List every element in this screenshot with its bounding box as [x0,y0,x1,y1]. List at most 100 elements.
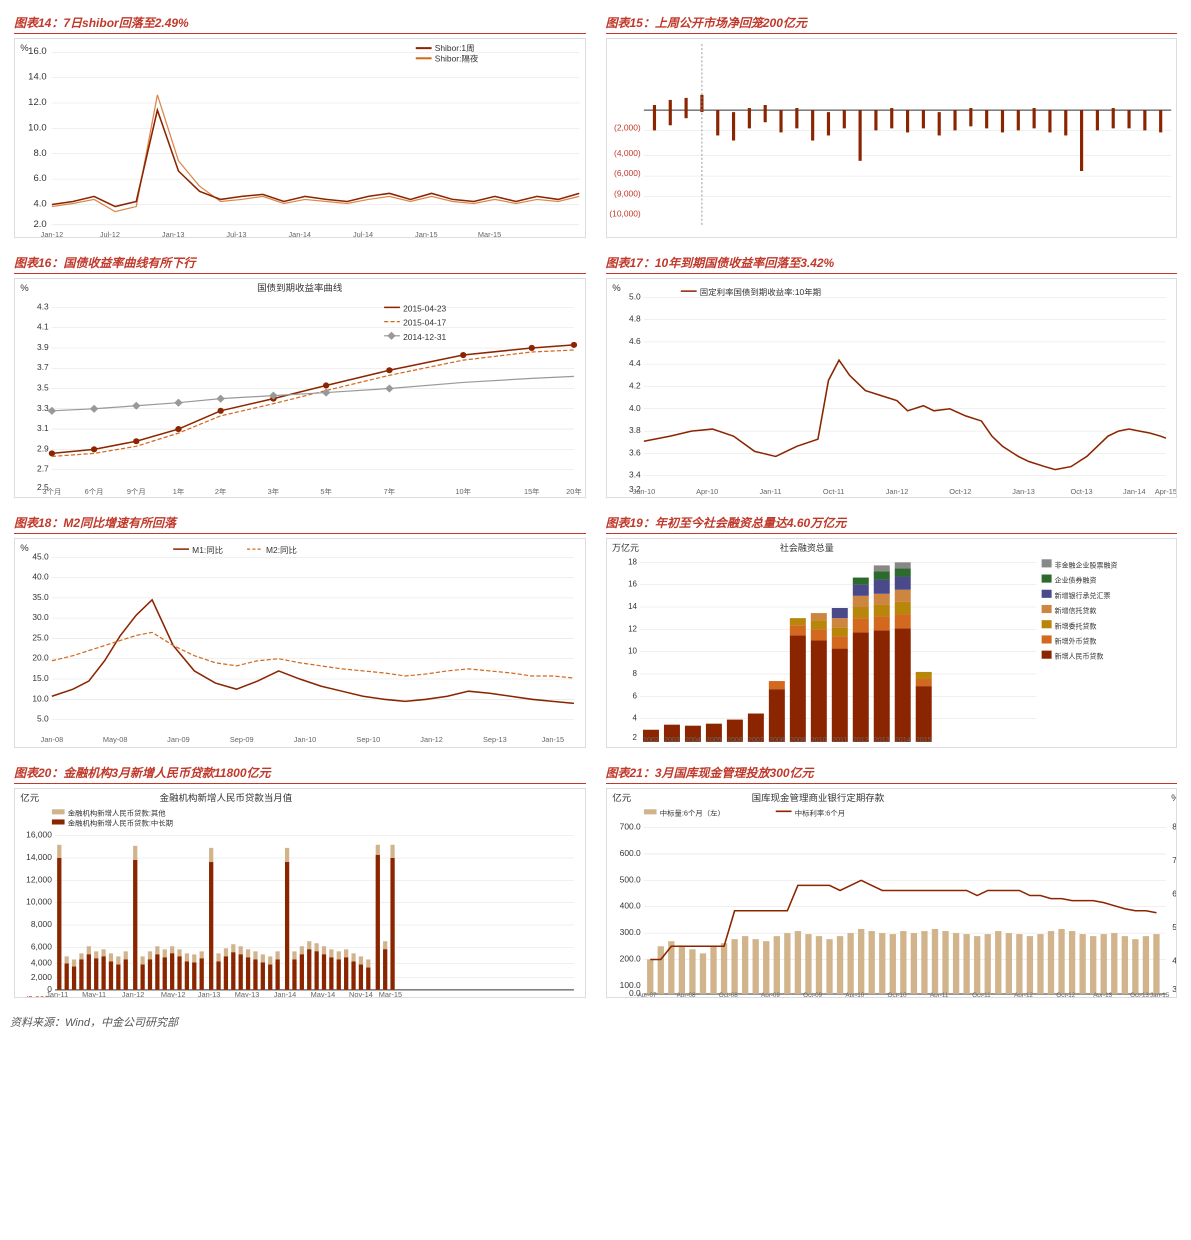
svg-text:2002: 2002 [643,737,659,744]
svg-text:%: % [20,283,28,293]
svg-text:700.0: 700.0 [619,823,640,832]
svg-text:40.0: 40.0 [32,573,49,582]
svg-text:10年: 10年 [455,487,471,496]
svg-text:%: % [20,43,28,53]
svg-text:Jan-11: Jan-11 [46,990,68,997]
svg-text:2005: 2005 [706,737,722,744]
svg-text:Jul-12: Jul-12 [100,230,120,237]
svg-text:2008: 2008 [769,737,785,744]
chart17-title: 图表17：10年到期国债收益率回落至3.42% [606,254,1178,274]
svg-text:社会融资总量: 社会融资总量 [779,542,833,553]
svg-text:Apr-12: Apr-12 [1014,992,1033,997]
chart14-block: 图表14：7日shibor回落至2.49% 16.0 14.0 12.0 10.… [10,10,590,242]
chart14-svg: 16.0 14.0 12.0 10.0 8.0 6.0 4.0 2.0 % [15,39,585,237]
svg-text:8.0: 8.0 [33,148,46,158]
svg-text:新增人民币贷款: 新增人民币贷款 [1054,652,1103,661]
svg-text:2.9: 2.9 [37,445,49,454]
svg-text:200.0: 200.0 [619,955,640,964]
chart17-area: % 固定利率国债到期收益率:10年期 5.0 4.8 4.6 4.4 4.2 4… [606,278,1178,498]
chart18-area: % M1:同比 M2:同比 45.0 40.0 35.0 30.0 25.0 2… [14,538,586,748]
svg-text:35.0: 35.0 [32,593,49,602]
svg-text:Jan-15: Jan-15 [542,735,565,744]
svg-text:8,000: 8,000 [31,920,52,929]
chart17-svg: % 固定利率国债到期收益率:10年期 5.0 4.8 4.6 4.4 4.2 4… [607,279,1177,497]
svg-text:Apr-13: Apr-13 [1093,992,1112,997]
chart16-area: % 国债到期收益率曲线 4.3 4.1 3.9 3.7 3.5 3.3 3.1 … [14,278,586,498]
svg-text:3.4: 3.4 [629,471,641,480]
chart16-title: 图表16：国债收益率曲线有所下行 [14,254,586,274]
svg-text:Oct-12: Oct-12 [949,487,971,496]
svg-text:10: 10 [628,647,637,656]
svg-text:M2:同比: M2:同比 [266,545,297,555]
svg-text:2.0: 2.0 [33,219,46,229]
svg-text:亿元: 亿元 [20,792,39,803]
svg-text:2014-12-31: 2014-12-31 [403,333,447,342]
chart19-area: 万亿元 社会融资总量 18 16 14 12 10 8 6 4 2 [606,538,1178,748]
svg-text:Apr-07: Apr-07 [637,992,656,997]
svg-text:Apr-11: Apr-11 [929,992,948,997]
chart20-title: 图表20：金融机构3月新增人民币贷款11800亿元 [14,764,586,784]
chart15-svg: (2,000) (4,000) (6,000) (9,000) (10,000) [607,39,1177,237]
svg-text:600.0: 600.0 [619,849,640,858]
svg-text:5.0: 5.0 [629,292,641,301]
chart21-block: 图表21：3月国库现金管理投放300亿元 亿元 国库现金管理商业银行定期存款 %… [602,760,1182,1002]
svg-text:12,000: 12,000 [26,875,52,884]
footer: 资料来源：Wind，中金公司研究部 [10,1010,1181,1030]
svg-text:Oct-10: Oct-10 [887,992,906,997]
svg-text:16,000: 16,000 [26,831,52,840]
svg-text:Jan-13: Jan-13 [198,990,221,997]
svg-text:4.4: 4.4 [629,359,641,368]
svg-text:20.0: 20.0 [32,654,49,663]
svg-text:2007: 2007 [748,737,764,744]
chart15-area: (2,000) (4,000) (6,000) (9,000) (10,000) [606,38,1178,238]
svg-text:Apr-15: Apr-15 [1154,487,1176,496]
svg-text:中标利率:6个月: 中标利率:6个月 [794,809,844,818]
svg-text:中标量:6个月（左）: 中标量:6个月（左） [659,809,724,818]
svg-text:6.0: 6.0 [33,173,46,183]
svg-text:2010: 2010 [811,737,827,744]
svg-text:May-12: May-12 [161,990,186,997]
chart19-title: 图表19：年初至今社会融资总量达4.60万亿元 [606,514,1178,534]
svg-text:新增外币贷款: 新增外币贷款 [1054,636,1096,645]
svg-text:Sep-10: Sep-10 [356,735,380,744]
svg-text:12: 12 [628,624,637,633]
chart16-block: 图表16：国债收益率曲线有所下行 % 国债到期收益率曲线 4.3 4.1 3.9… [10,250,590,502]
svg-text:14: 14 [628,602,637,611]
svg-text:Oct-12: Oct-12 [1056,992,1075,997]
chart17-block: 图表17：10年到期国债收益率回落至3.42% % 固定利率国债到期收益率:10… [602,250,1182,502]
svg-text:Shibor:1周: Shibor:1周 [435,44,475,53]
chart20-block: 图表20：金融机构3月新增人民币贷款11800亿元 亿元 金融机构新增人民币贷款… [10,760,590,1002]
svg-text:Jan-14: Jan-14 [288,230,311,237]
svg-text:Oct-11: Oct-11 [822,487,844,496]
svg-text:2015: 2015 [915,737,931,744]
svg-text:14.0: 14.0 [28,72,46,82]
svg-text:500.0: 500.0 [619,875,640,884]
svg-text:(2,000): (2,000) [614,124,641,133]
svg-text:10.0: 10.0 [32,694,49,703]
svg-text:4.0: 4.0 [33,199,46,209]
svg-text:14,000: 14,000 [26,853,52,862]
svg-text:2014: 2014 [894,737,910,744]
svg-text:6: 6 [632,691,637,700]
svg-text:8.00: 8.00 [1172,823,1176,832]
svg-text:(9,000): (9,000) [614,190,641,199]
svg-text:2006: 2006 [727,737,743,744]
svg-text:Jan-11: Jan-11 [759,487,781,496]
svg-text:金融机构新增人民币贷款:其他: 金融机构新增人民币贷款:其他 [68,809,166,818]
svg-text:新增信托贷款: 新增信托贷款 [1054,606,1096,615]
svg-text:(10,000): (10,000) [609,210,641,219]
chart21-area: 亿元 国库现金管理商业银行定期存款 % 中标量:6个月（左） 中标利率:6个月 … [606,788,1178,998]
svg-text:3.1: 3.1 [37,424,49,433]
svg-text:4.6: 4.6 [629,337,641,346]
chart15-block: 图表15：上周公开市场净回笼200亿元 (2,000) (4,000) (6,0… [602,10,1182,242]
svg-text:16: 16 [628,580,637,589]
chart16-svg: % 国债到期收益率曲线 4.3 4.1 3.9 3.7 3.5 3.3 3.1 … [15,279,585,497]
svg-text:Sep-09: Sep-09 [230,735,254,744]
svg-text:Jan-13: Jan-13 [1012,487,1035,496]
chart14-title: 图表14：7日shibor回落至2.49% [14,14,586,34]
svg-text:%: % [1171,793,1176,803]
svg-text:2,000: 2,000 [31,973,52,982]
svg-text:(4,000): (4,000) [614,149,641,158]
svg-text:Jan-12: Jan-12 [885,487,908,496]
svg-text:金融机构新增人民币贷款:中长期: 金融机构新增人民币贷款:中长期 [68,819,173,828]
